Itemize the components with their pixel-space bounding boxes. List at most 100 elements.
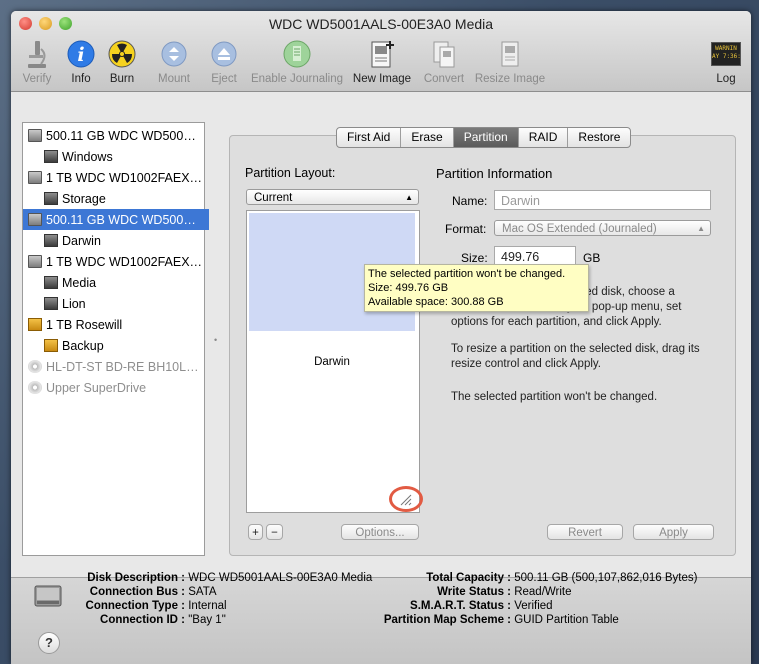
resize-image-label: Resize Image	[474, 73, 546, 85]
mount-arrows-icon	[158, 38, 190, 70]
remove-partition-button[interactable]: −	[266, 524, 283, 540]
main-content: 500.11 GB WDC WD500… Windows 1 TB WDC WD…	[11, 92, 751, 577]
tab-erase[interactable]: Erase	[401, 128, 454, 147]
tooltip-line-1: The selected partition won't be changed.	[368, 268, 566, 280]
highlight-ring	[389, 486, 423, 512]
resize-image-icon	[494, 38, 526, 70]
sidebar-item-superdrive[interactable]: Upper SuperDrive	[23, 377, 209, 398]
tooltip-line-3: Available space: 300.88 GB	[368, 296, 504, 308]
hard-disk-icon	[28, 129, 42, 142]
volume-icon	[44, 192, 58, 205]
sidebar-item-rosewill[interactable]: 1 TB Rosewill	[23, 314, 209, 335]
partition-tooltip: The selected partition won't be changed.…	[364, 264, 589, 312]
tab-first-aid[interactable]: First Aid	[337, 128, 402, 147]
tab-bar: First Aid Erase Partition RAID Restore	[336, 127, 632, 148]
external-disk-icon	[28, 318, 42, 331]
eject-label: Eject	[211, 73, 237, 85]
name-label: Name:	[452, 194, 488, 208]
hard-disk-icon	[28, 213, 42, 226]
volume-icon	[44, 234, 58, 247]
convert-icon	[428, 38, 460, 70]
tooltip-line-2: Size: 499.76 GB	[368, 282, 449, 294]
new-image-label: New Image	[352, 73, 412, 85]
new-image-icon	[366, 38, 398, 70]
window-title: WDC WD5001AALS-00E3A0 Media	[268, 16, 494, 32]
optical-disc-icon	[28, 360, 42, 373]
apply-button[interactable]: Apply	[633, 524, 714, 540]
info-button[interactable]: i Info	[63, 38, 99, 85]
info-label: Info	[71, 73, 91, 85]
size-field[interactable]: 499.76	[494, 246, 576, 266]
hard-disk-large-icon	[33, 581, 63, 611]
convert-button[interactable]: Convert	[420, 38, 468, 85]
connection-type-row: Connection Type : Internal	[85, 600, 227, 612]
mount-button[interactable]: Mount	[152, 38, 196, 85]
help-text-1-line-a: elected disk, choose a	[561, 286, 675, 298]
sidebar-item-lion[interactable]: Lion	[23, 293, 225, 314]
disk-sidebar[interactable]: 500.11 GB WDC WD500… Windows 1 TB WDC WD…	[22, 122, 209, 556]
tab-restore[interactable]: Restore	[568, 128, 630, 147]
disk-utility-window: WDC WD5001AALS-00E3A0 Media Verify i Inf…	[11, 11, 751, 664]
sidebar-item-disk-500gb-2-selected[interactable]: 500.11 GB WDC WD500…	[23, 209, 209, 230]
size-unit: GB	[583, 251, 601, 265]
format-label: Format:	[445, 222, 487, 236]
burn-label: Burn	[109, 73, 135, 85]
sidebar-item-darwin[interactable]: Darwin	[23, 230, 225, 251]
tab-partition[interactable]: Partition	[453, 128, 519, 147]
sidebar-item-disk-1tb-2[interactable]: 1 TB WDC WD1002FAEX…	[23, 251, 209, 272]
tab-raid[interactable]: RAID	[519, 128, 569, 147]
log-label: Log	[716, 73, 736, 85]
volume-icon	[44, 276, 58, 289]
add-partition-button[interactable]: +	[248, 524, 263, 540]
mount-label: Mount	[158, 73, 190, 85]
eject-button[interactable]: Eject	[204, 38, 244, 85]
options-button[interactable]: Options...	[341, 524, 419, 540]
sidebar-item-windows[interactable]: Windows	[23, 146, 225, 167]
journaling-icon	[281, 38, 313, 70]
partition-map-row: Partition Map Scheme : GUID Partition Ta…	[383, 614, 619, 626]
smart-status-row: S.M.A.R.T. Status : Verified	[410, 600, 553, 612]
partition-layout-map[interactable]: Darwin	[246, 210, 423, 513]
burn-button[interactable]: Burn	[104, 38, 140, 85]
enable-journaling-button[interactable]: Enable Journaling	[249, 38, 345, 85]
verify-button[interactable]: Verify	[17, 38, 57, 85]
partition-darwin[interactable]: Darwin	[249, 331, 415, 508]
total-capacity-row: Total Capacity : 500.11 GB (500,107,862,…	[426, 572, 698, 584]
resize-image-button[interactable]: Resize Image	[472, 38, 548, 85]
name-field[interactable]: Darwin	[494, 190, 711, 210]
enable-journaling-label: Enable Journaling	[250, 73, 344, 85]
split-view-handle[interactable]: •	[214, 335, 220, 345]
radiation-icon	[106, 38, 138, 70]
partition-name-in-map: Darwin	[314, 356, 350, 368]
size-label: Size:	[461, 251, 488, 265]
format-popup[interactable]: Mac OS Extended (Journaled) ▲	[494, 220, 711, 236]
hard-disk-icon	[28, 171, 42, 184]
log-button[interactable]: WARNIN AY 7:36: Log	[706, 38, 746, 85]
help-text-2: To resize a partition on the selected di…	[451, 343, 700, 370]
title-toolbar: WDC WD5001AALS-00E3A0 Media Verify i Inf…	[11, 11, 751, 92]
revert-button[interactable]: Revert	[547, 524, 623, 540]
sidebar-item-bd-drive[interactable]: HL-DT-ST BD-RE BH10L…	[23, 356, 209, 377]
write-status-row: Write Status : Read/Write	[437, 586, 572, 598]
sidebar-item-backup[interactable]: Backup	[23, 335, 225, 356]
new-image-button[interactable]: New Image	[351, 38, 413, 85]
partition-layout-popup[interactable]: Current ▲	[246, 189, 419, 205]
help-button[interactable]: ?	[38, 632, 60, 654]
volume-icon	[44, 297, 58, 310]
help-text-1-line-b: yout pop-up menu, set	[567, 301, 682, 313]
connection-bus-row: Connection Bus : SATA	[89, 586, 217, 598]
sidebar-item-media[interactable]: Media	[23, 272, 225, 293]
partition-info-heading: Partition Information	[436, 166, 553, 181]
verify-label: Verify	[22, 73, 52, 85]
sidebar-item-storage[interactable]: Storage	[23, 188, 225, 209]
optical-disc-icon	[28, 381, 42, 394]
popup-arrows-icon: ▲	[405, 193, 413, 202]
partition-layout-heading: Partition Layout:	[245, 166, 336, 180]
help-text-3: The selected partition won't be changed.	[451, 391, 658, 403]
sidebar-item-disk-1tb-1[interactable]: 1 TB WDC WD1002FAEX…	[23, 167, 209, 188]
log-console-icon: WARNIN AY 7:36:	[710, 38, 742, 70]
popup-arrows-icon: ▲	[697, 224, 705, 233]
svg-text:i: i	[77, 44, 84, 66]
microscope-icon	[21, 38, 53, 70]
sidebar-item-disk-500gb-1[interactable]: 500.11 GB WDC WD500…	[23, 125, 209, 146]
